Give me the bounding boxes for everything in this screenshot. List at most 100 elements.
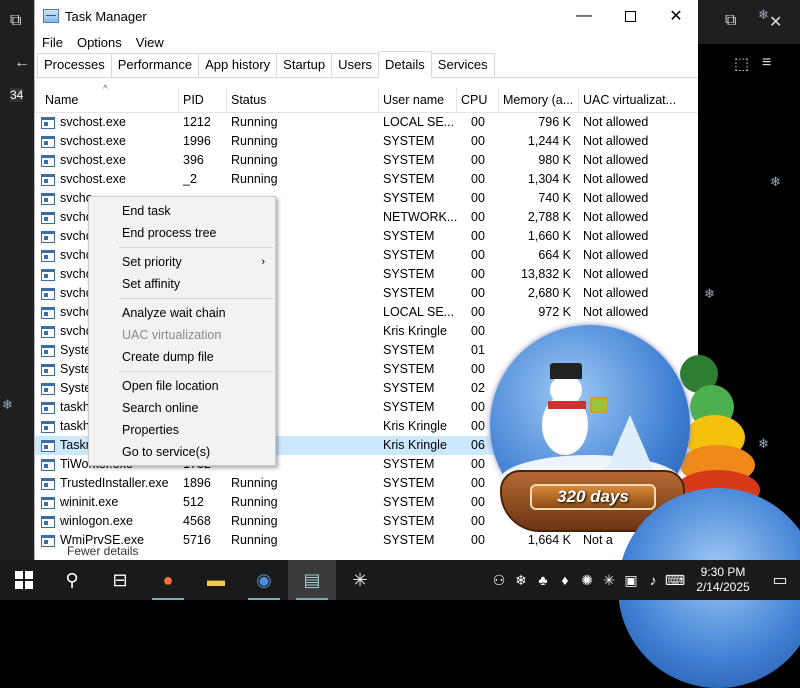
- cell-status: Running: [231, 153, 278, 167]
- table-header: ^ Name PID Status User name CPU Memory (…: [35, 84, 698, 113]
- tab-details[interactable]: Details: [378, 51, 432, 78]
- column-header-cpu[interactable]: CPU: [457, 88, 499, 113]
- process-name: TrustedInstaller.exe: [60, 476, 169, 490]
- close-button[interactable]: ✕: [653, 0, 698, 32]
- context-item-search-online[interactable]: Search online: [89, 397, 275, 419]
- cell-pid: 1896: [183, 476, 211, 490]
- background-window-icon: ⧉: [10, 12, 22, 29]
- context-item-label: Analyze wait chain: [122, 306, 226, 320]
- taskbar-file-explorer[interactable]: ▬: [192, 560, 240, 600]
- system-tray: ⚇ ❄ ♣ ♦ ✺ ✳ ▣ ♪ ⌨ 9:30 PM 2/14/2025 ▭: [488, 560, 800, 600]
- column-header-status[interactable]: Status: [227, 88, 379, 113]
- column-header-memory[interactable]: Memory (a...: [499, 88, 579, 113]
- process-icon: [41, 192, 55, 205]
- process-icon: [41, 382, 55, 395]
- context-item-set-priority[interactable]: Set priority ›: [89, 251, 275, 273]
- keyboard-icon[interactable]: ⌨: [664, 572, 686, 589]
- process-icon: [41, 401, 55, 414]
- column-header-uac-virtualization[interactable]: UAC virtualizat...: [579, 88, 698, 113]
- title-bar[interactable]: Task Manager — ✕: [35, 0, 698, 32]
- tab-services[interactable]: Services: [430, 53, 495, 77]
- process-icon: [41, 116, 55, 129]
- cell-cpu: 00: [471, 324, 485, 338]
- cell-memory: 796 K: [538, 115, 571, 129]
- context-item-go-to-service-s[interactable]: Go to service(s): [89, 441, 275, 463]
- context-item-create-dump-file[interactable]: Create dump file: [89, 346, 275, 368]
- process-icon: [41, 344, 55, 357]
- cell-cpu: 00: [471, 172, 485, 186]
- tab-app-history[interactable]: App history: [198, 53, 278, 77]
- context-item-open-file-location[interactable]: Open file location: [89, 375, 275, 397]
- search-button[interactable]: ⚲: [48, 560, 96, 600]
- search-icon: ⚲: [65, 569, 79, 590]
- days-counter-label: 320 days: [530, 484, 656, 510]
- menu-view[interactable]: View: [129, 35, 171, 50]
- minimize-button[interactable]: —: [561, 0, 607, 32]
- taskbar-firefox[interactable]: ●: [144, 560, 192, 600]
- process-icon: [41, 230, 55, 243]
- context-item-end-task[interactable]: End task: [89, 200, 275, 222]
- tab-performance[interactable]: Performance: [110, 53, 200, 77]
- table-row[interactable]: svchost.exe _2 Running SYSTEM 00 1,304 K Not a…: [35, 170, 698, 189]
- maximize-button[interactable]: [607, 0, 653, 32]
- clock[interactable]: 9:30 PM 2/14/2025: [686, 565, 760, 595]
- table-row[interactable]: svchost.exe 1212 Running LOCAL SE... 00 796 K…: [35, 113, 698, 132]
- cell-name: svchost.exe: [35, 132, 179, 151]
- tab-startup[interactable]: Startup: [276, 53, 333, 77]
- droplet-icon[interactable]: ♦: [554, 572, 576, 588]
- snowflake-tray-icon[interactable]: ❄: [510, 572, 532, 589]
- people-icon[interactable]: ⚇: [488, 572, 510, 589]
- network-icon[interactable]: ▣: [620, 572, 642, 589]
- cell-cpu: 00: [471, 153, 485, 167]
- cell-user-name: SYSTEM: [383, 362, 435, 376]
- tab-users[interactable]: Users: [331, 53, 380, 77]
- cell-name: TrustedInstaller.exe: [35, 474, 179, 493]
- process-name: svchost.exe: [60, 134, 127, 148]
- task-view-button[interactable]: ⊟: [96, 560, 144, 600]
- table-row[interactable]: svchost.exe 1996 Running SYSTEM 00 1,244 K Not…: [35, 132, 698, 151]
- menu-separator: [119, 247, 273, 248]
- context-item-end-process-tree[interactable]: End process tree: [89, 222, 275, 244]
- cell-memory: 980 K: [538, 153, 571, 167]
- cell-pid: 1996: [183, 134, 211, 148]
- start-button[interactable]: [0, 560, 48, 600]
- cell-cpu: 00: [471, 476, 485, 490]
- menu-separator: [119, 298, 273, 299]
- clock-date: 2/14/2025: [696, 580, 750, 594]
- snowflake-tray-icon-2[interactable]: ✳: [598, 572, 620, 589]
- cell-user-name: SYSTEM: [383, 457, 435, 471]
- tray-app-icon-2[interactable]: ✺: [576, 572, 598, 589]
- column-header-user-name[interactable]: User name: [379, 88, 457, 113]
- cell-pid: 396: [183, 153, 204, 167]
- column-header-pid[interactable]: PID: [179, 88, 227, 113]
- notifications-button[interactable]: ▭: [760, 570, 800, 590]
- desktop-corner-label: 34: [10, 88, 24, 102]
- cell-status: Running: [231, 115, 278, 129]
- background-window-titlebar: ⧉ ✕: [697, 0, 800, 44]
- context-menu: End task End process tree Set priority › Set…: [88, 196, 276, 466]
- context-item-label: Go to service(s): [122, 445, 211, 459]
- table-row[interactable]: svchost.exe 396 Running SYSTEM 00 980 K Not al…: [35, 151, 698, 170]
- cell-cpu: 00: [471, 229, 485, 243]
- context-item-analyze-wait-chain[interactable]: Analyze wait chain: [89, 302, 275, 324]
- context-item-set-affinity[interactable]: Set affinity: [89, 273, 275, 295]
- cell-cpu: 00: [471, 191, 485, 205]
- cell-user-name: SYSTEM: [383, 495, 435, 509]
- menu-options[interactable]: Options: [70, 35, 129, 50]
- fewer-details-link[interactable]: Fewer details: [35, 544, 698, 560]
- taskbar-task-manager[interactable]: ▤: [288, 560, 336, 600]
- menu-file[interactable]: File: [35, 35, 70, 50]
- close-icon: ✕: [669, 8, 683, 25]
- tab-processes[interactable]: Processes: [37, 53, 112, 77]
- context-item-properties[interactable]: Properties: [89, 419, 275, 441]
- cell-status: Running: [231, 172, 278, 186]
- taskbar-snow-globe-app[interactable]: ◉: [240, 560, 288, 600]
- cell-user-name: Kris Kringle: [383, 419, 447, 433]
- process-icon: [41, 306, 55, 319]
- cell-name: winlogon.exe: [35, 512, 179, 531]
- background-window-edge: ⧉ ← 34: [0, 0, 34, 560]
- taskbar-snowflake-app[interactable]: ✳: [336, 560, 384, 600]
- tray-app-icon[interactable]: ♣: [532, 572, 554, 588]
- volume-icon[interactable]: ♪: [642, 572, 664, 588]
- process-icon: [41, 268, 55, 281]
